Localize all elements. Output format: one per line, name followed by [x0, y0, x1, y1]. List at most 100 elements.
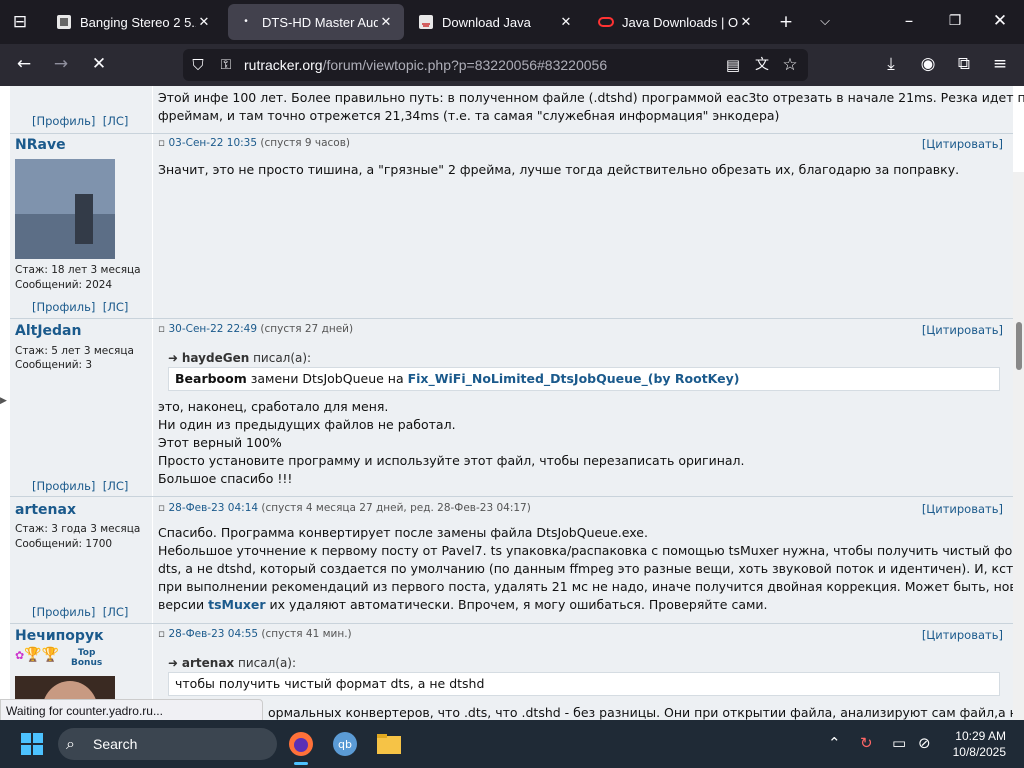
author-nick[interactable]: Нечипорук: [15, 628, 104, 644]
quote-link[interactable]: [Цитировать]: [922, 628, 1003, 642]
chevron-down-icon[interactable]: ⌵: [813, 12, 837, 32]
text-pre: версии: [158, 597, 209, 612]
active-app-indicator: [294, 762, 308, 765]
url-text[interactable]: rutracker.org/forum/viewtopic.php?p=8322…: [244, 57, 607, 73]
profile-link[interactable]: [Профиль]: [32, 300, 95, 314]
quote-arrow-icon: ➜: [168, 351, 179, 365]
profile-links: [Профиль] [ЛС]: [32, 114, 128, 128]
stat-seniority: Стаж: 3 года 3 месяца: [15, 523, 141, 535]
post-text-line: Ни один из предыдущих файлов не работал.: [158, 417, 456, 432]
post-text-line: ормальных конвертеров, что .dts, что .dt…: [268, 705, 1024, 720]
quote-link[interactable]: [Цитировать]: [922, 137, 1003, 151]
account-icon[interactable]: ◉: [916, 54, 940, 74]
profile-link[interactable]: [Профиль]: [32, 605, 95, 619]
tab-banging-stereo[interactable]: Banging Stereo 2 5.1 : I ✕: [46, 4, 222, 40]
clock[interactable]: 10:29 AM 10/8/2025: [953, 728, 1006, 760]
reader-view-icon[interactable]: ▤: [721, 55, 745, 75]
post-text-line: dts, а не dtshd, который создается по ум…: [158, 561, 1024, 576]
tab-java-oracle[interactable]: Java Downloads | Oracl ✕: [588, 4, 764, 40]
close-icon[interactable]: ✕: [558, 14, 574, 30]
post-header: ▫ 03-Сен-22 10:35 (спустя 9 часов): [158, 137, 350, 149]
close-icon[interactable]: ✕: [738, 14, 754, 30]
shield-icon[interactable]: ⛉: [186, 55, 210, 75]
translate-icon[interactable]: 文: [750, 55, 774, 75]
network-icon[interactable]: ⊘: [918, 734, 931, 752]
flower-icon: ✿: [15, 649, 25, 662]
sync-icon[interactable]: ↻: [860, 734, 873, 752]
new-tab-icon[interactable]: +: [774, 12, 798, 32]
maximize-icon[interactable]: ❐: [943, 11, 967, 31]
quote-author[interactable]: artenax: [182, 656, 234, 670]
qbittorrent-icon[interactable]: qb: [332, 731, 358, 757]
profile-link[interactable]: [Профиль]: [32, 479, 95, 493]
clock-date: 10/8/2025: [952, 745, 1006, 759]
post-date[interactable]: 03-Сен-22 10:35: [168, 137, 257, 149]
extensions-icon[interactable]: ⧉: [952, 54, 976, 74]
post-date[interactable]: 28-Фев-23 04:55: [168, 628, 258, 640]
chevron-up-icon[interactable]: ⌃: [828, 734, 841, 752]
top-bonus-badge: Top Bonus: [71, 648, 102, 668]
post-ago: (спустя 9 часов): [260, 137, 351, 149]
post-text-line: Этой инфе 100 лет. Более правильно путь:…: [158, 90, 1024, 105]
trophy-badges: ✿🏆🏆: [15, 647, 59, 663]
tsmuxer-link[interactable]: tsMuxer: [208, 597, 265, 612]
minimize-icon[interactable]: –: [897, 11, 921, 31]
author-nick[interactable]: artenax: [15, 502, 76, 518]
window-close-icon[interactable]: ✕: [988, 11, 1012, 31]
quote-author[interactable]: haydeGen: [182, 351, 249, 365]
pm-link[interactable]: [ЛС]: [103, 300, 129, 314]
avatar: [15, 159, 115, 259]
author-nick[interactable]: AltJedan: [15, 323, 81, 339]
quote-bold: Bearboom: [175, 371, 247, 386]
author-nick[interactable]: NRave: [15, 137, 66, 153]
post-ago: (спустя 27 дней): [260, 323, 354, 335]
pm-link[interactable]: [ЛС]: [103, 605, 129, 619]
page-info-icon[interactable]: ⚿: [214, 55, 238, 75]
post-text-line: это, наконец, сработало для меня.: [158, 399, 389, 414]
pm-link[interactable]: [ЛС]: [103, 479, 129, 493]
java-favicon-icon: [419, 15, 433, 29]
dot-icon: •: [244, 16, 248, 27]
profile-link[interactable]: [Профиль]: [32, 114, 95, 128]
quote-link[interactable]: [Цитировать]: [922, 502, 1003, 516]
post-date[interactable]: 28-Фев-23 04:14: [168, 502, 258, 514]
trophy-icon: 🏆: [41, 647, 60, 663]
menu-icon[interactable]: ≡: [988, 54, 1012, 74]
quote-box: чтобы получить чистый формат dts, а не d…: [168, 672, 1000, 696]
windows-start-icon[interactable]: [20, 732, 44, 756]
taskbar-search[interactable]: [58, 728, 277, 760]
pm-link[interactable]: [ЛС]: [103, 114, 129, 128]
forward-icon[interactable]: →: [49, 54, 73, 74]
bookmark-star-icon[interactable]: ☆: [778, 55, 802, 75]
post-icon: ▫: [158, 628, 166, 640]
close-icon[interactable]: ✕: [378, 14, 394, 30]
tab-dts-hd[interactable]: • DTS-HD Master Audio ✕: [228, 4, 404, 40]
badge-line: Top: [77, 648, 96, 658]
display-icon[interactable]: ▭: [892, 734, 906, 752]
post-header: ▫ 28-Фев-23 04:14 (спустя 4 месяца 27 дн…: [158, 502, 531, 514]
post-date[interactable]: 30-Сен-22 22:49: [168, 323, 257, 335]
download-icon[interactable]: ⤓: [879, 54, 903, 74]
page-content: Этой инфе 100 лет. Более правильно путь:…: [0, 86, 1024, 720]
post-text-line: Небольшое уточнение к первому посту от P…: [158, 543, 1024, 558]
stat-messages: Сообщений: 3: [15, 359, 93, 371]
post-text-line: Большое спасибо !!!: [158, 471, 293, 486]
quote-link-file[interactable]: Fix_WiFi_NoLimited_DtsJobQueue_(by RootK…: [408, 371, 740, 386]
sidebar-toggle-icon[interactable]: ▶: [0, 396, 7, 406]
scrollbar[interactable]: [1013, 172, 1024, 720]
post-text-line: Просто установите программу и используйт…: [158, 453, 745, 468]
firefox-icon[interactable]: [288, 731, 314, 757]
file-explorer-icon[interactable]: [376, 733, 402, 755]
url-domain: rutracker.org: [244, 57, 323, 73]
loading-stop-icon[interactable]: ✕: [87, 54, 111, 74]
forum-topic: Этой инфе 100 лет. Более правильно путь:…: [10, 86, 1024, 720]
tab-download-java[interactable]: Download Java ✕: [408, 4, 584, 40]
stat-messages: Сообщений: 2024: [15, 279, 113, 291]
tab-list-icon[interactable]: ⊟: [8, 12, 32, 32]
scrollbar-thumb[interactable]: [1016, 322, 1022, 370]
quote-link[interactable]: [Цитировать]: [922, 323, 1003, 337]
close-icon[interactable]: ✕: [196, 14, 212, 30]
back-icon[interactable]: ←: [12, 54, 36, 74]
quote-wrote: писал(а):: [238, 656, 297, 670]
browser-tab-bar: ⊟ Banging Stereo 2 5.1 : I ✕ • DTS-HD Ma…: [0, 0, 1024, 44]
